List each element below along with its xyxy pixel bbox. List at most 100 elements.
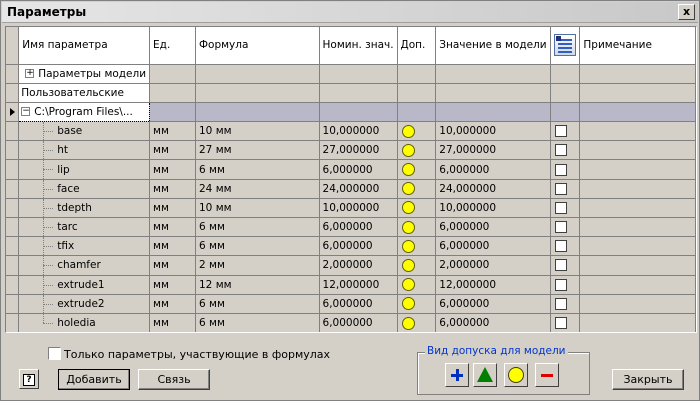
- nominal-tolerance-icon[interactable]: [401, 220, 415, 234]
- export-checkbox[interactable]: [554, 201, 567, 214]
- param-name-cell[interactable]: extrude2: [18, 294, 151, 314]
- nominal-tolerance-icon[interactable]: [401, 163, 415, 177]
- param-formula-cell[interactable]: 10 мм: [195, 121, 320, 142]
- param-name-cell[interactable]: extrude1: [18, 275, 151, 295]
- param-name-cell[interactable]: lip: [18, 159, 151, 180]
- nominal-tolerance-icon[interactable]: [401, 182, 415, 196]
- param-comment-cell[interactable]: [579, 236, 696, 257]
- param-formula-cell[interactable]: 6 мм: [195, 217, 320, 238]
- param-export-cell[interactable]: [550, 236, 581, 257]
- param-unit-cell[interactable]: мм: [149, 217, 196, 238]
- param-export-cell[interactable]: [550, 198, 581, 219]
- param-unit-cell[interactable]: мм: [149, 275, 196, 295]
- table-row[interactable]: tdepth мм 10 мм 10,000000 10,000000: [6, 198, 696, 219]
- group-row-linked-file[interactable]: − C:\Program Files\...: [6, 101, 696, 123]
- param-unit-cell[interactable]: мм: [149, 313, 196, 332]
- column-header-tolerance[interactable]: Доп.: [397, 27, 437, 65]
- column-header-comment[interactable]: Примечание: [579, 27, 696, 65]
- param-name-cell[interactable]: holedia: [18, 313, 151, 332]
- export-checkbox[interactable]: [554, 297, 567, 310]
- param-formula-cell[interactable]: 6 мм: [195, 236, 320, 257]
- export-checkbox[interactable]: [554, 144, 567, 157]
- expand-icon[interactable]: +: [25, 69, 35, 79]
- param-tolerance-cell[interactable]: [397, 217, 437, 238]
- param-tolerance-cell[interactable]: [397, 236, 437, 257]
- table-row[interactable]: extrude1 мм 12 мм 12,000000 12,000000: [6, 275, 696, 295]
- lower-tolerance-button[interactable]: [535, 363, 559, 387]
- param-tolerance-cell[interactable]: [397, 294, 437, 314]
- param-unit-cell[interactable]: мм: [149, 236, 196, 257]
- param-unit-cell[interactable]: мм: [149, 255, 196, 276]
- nominal-tolerance-icon[interactable]: [401, 258, 415, 272]
- param-formula-cell[interactable]: 6 мм: [195, 294, 320, 314]
- param-unit-cell[interactable]: мм: [149, 159, 196, 180]
- param-export-cell[interactable]: [550, 159, 581, 180]
- formula-only-filter[interactable]: Только параметры, участвующие в формулах: [48, 347, 330, 361]
- param-formula-cell[interactable]: 10 мм: [195, 198, 320, 219]
- column-header-formula[interactable]: Формула: [195, 27, 320, 65]
- param-unit-cell[interactable]: мм: [149, 121, 196, 142]
- export-checkbox[interactable]: [554, 240, 567, 253]
- param-name-cell[interactable]: base: [18, 121, 151, 142]
- param-unit-cell[interactable]: мм: [149, 294, 196, 314]
- group-row-user-params[interactable]: Пользовательские: [6, 83, 696, 103]
- param-name-cell[interactable]: face: [18, 179, 151, 199]
- param-comment-cell[interactable]: [579, 275, 696, 295]
- param-unit-cell[interactable]: мм: [149, 198, 196, 219]
- nominal-tolerance-icon[interactable]: [401, 297, 415, 311]
- param-unit-cell[interactable]: мм: [149, 140, 196, 161]
- param-tolerance-cell[interactable]: [397, 255, 437, 276]
- param-formula-cell[interactable]: 12 мм: [195, 275, 320, 295]
- param-formula-cell[interactable]: 6 мм: [195, 159, 320, 180]
- param-formula-cell[interactable]: 24 мм: [195, 179, 320, 199]
- nominal-tolerance-icon[interactable]: [401, 316, 415, 330]
- help-button[interactable]: ?: [19, 369, 39, 389]
- column-header-nominal[interactable]: Номин. знач.: [319, 27, 398, 65]
- link-button[interactable]: Связь: [138, 369, 210, 390]
- export-checkbox[interactable]: [554, 317, 567, 330]
- nominal-tolerance-icon[interactable]: [401, 143, 415, 157]
- table-row[interactable]: lip мм 6 мм 6,000000 6,000000: [6, 159, 696, 180]
- collapse-icon[interactable]: −: [21, 107, 31, 117]
- table-row[interactable]: tfix мм 6 мм 6,000000 6,000000: [6, 236, 696, 257]
- export-checkbox[interactable]: [554, 221, 567, 234]
- param-name-cell[interactable]: tfix: [18, 236, 151, 257]
- export-checkbox[interactable]: [554, 125, 567, 138]
- param-export-cell[interactable]: [550, 275, 581, 295]
- nominal-tolerance-icon[interactable]: [401, 124, 415, 138]
- param-name-cell[interactable]: chamfer: [18, 255, 151, 276]
- param-export-cell[interactable]: [550, 140, 581, 161]
- table-row[interactable]: base мм 10 мм 10,000000 10,000000: [6, 121, 696, 142]
- add-button[interactable]: Добавить: [58, 369, 130, 390]
- param-tolerance-cell[interactable]: [397, 159, 437, 180]
- upper-tolerance-button[interactable]: [445, 363, 469, 387]
- param-export-cell[interactable]: [550, 217, 581, 238]
- column-header-export[interactable]: [550, 27, 581, 65]
- table-row[interactable]: holedia мм 6 мм 6,000000 6,000000: [6, 313, 696, 332]
- param-formula-cell[interactable]: 2 мм: [195, 255, 320, 276]
- export-checkbox[interactable]: [554, 163, 567, 176]
- nominal-tolerance-icon[interactable]: [401, 239, 415, 253]
- param-comment-cell[interactable]: [579, 121, 696, 142]
- close-window-button[interactable]: x: [678, 4, 695, 20]
- param-export-cell[interactable]: [550, 294, 581, 314]
- param-tolerance-cell[interactable]: [397, 275, 437, 295]
- close-button[interactable]: Закрыть: [612, 369, 684, 390]
- export-checkbox[interactable]: [554, 278, 567, 291]
- param-tolerance-cell[interactable]: [397, 140, 437, 161]
- param-name-cell[interactable]: tarc: [18, 217, 151, 238]
- param-formula-cell[interactable]: 6 мм: [195, 313, 320, 332]
- param-comment-cell[interactable]: [579, 159, 696, 180]
- column-header-model-value[interactable]: Значение в модели: [435, 27, 551, 65]
- param-tolerance-cell[interactable]: [397, 313, 437, 332]
- param-formula-cell[interactable]: 27 мм: [195, 140, 320, 161]
- param-export-cell[interactable]: [550, 313, 581, 332]
- param-unit-cell[interactable]: мм: [149, 179, 196, 199]
- table-row[interactable]: chamfer мм 2 мм 2,000000 2,000000: [6, 255, 696, 276]
- param-tolerance-cell[interactable]: [397, 121, 437, 142]
- param-comment-cell[interactable]: [579, 255, 696, 276]
- column-header-name[interactable]: Имя параметра: [18, 27, 151, 65]
- param-comment-cell[interactable]: [579, 179, 696, 199]
- formula-only-checkbox[interactable]: [48, 347, 61, 360]
- median-tolerance-button[interactable]: [473, 363, 497, 387]
